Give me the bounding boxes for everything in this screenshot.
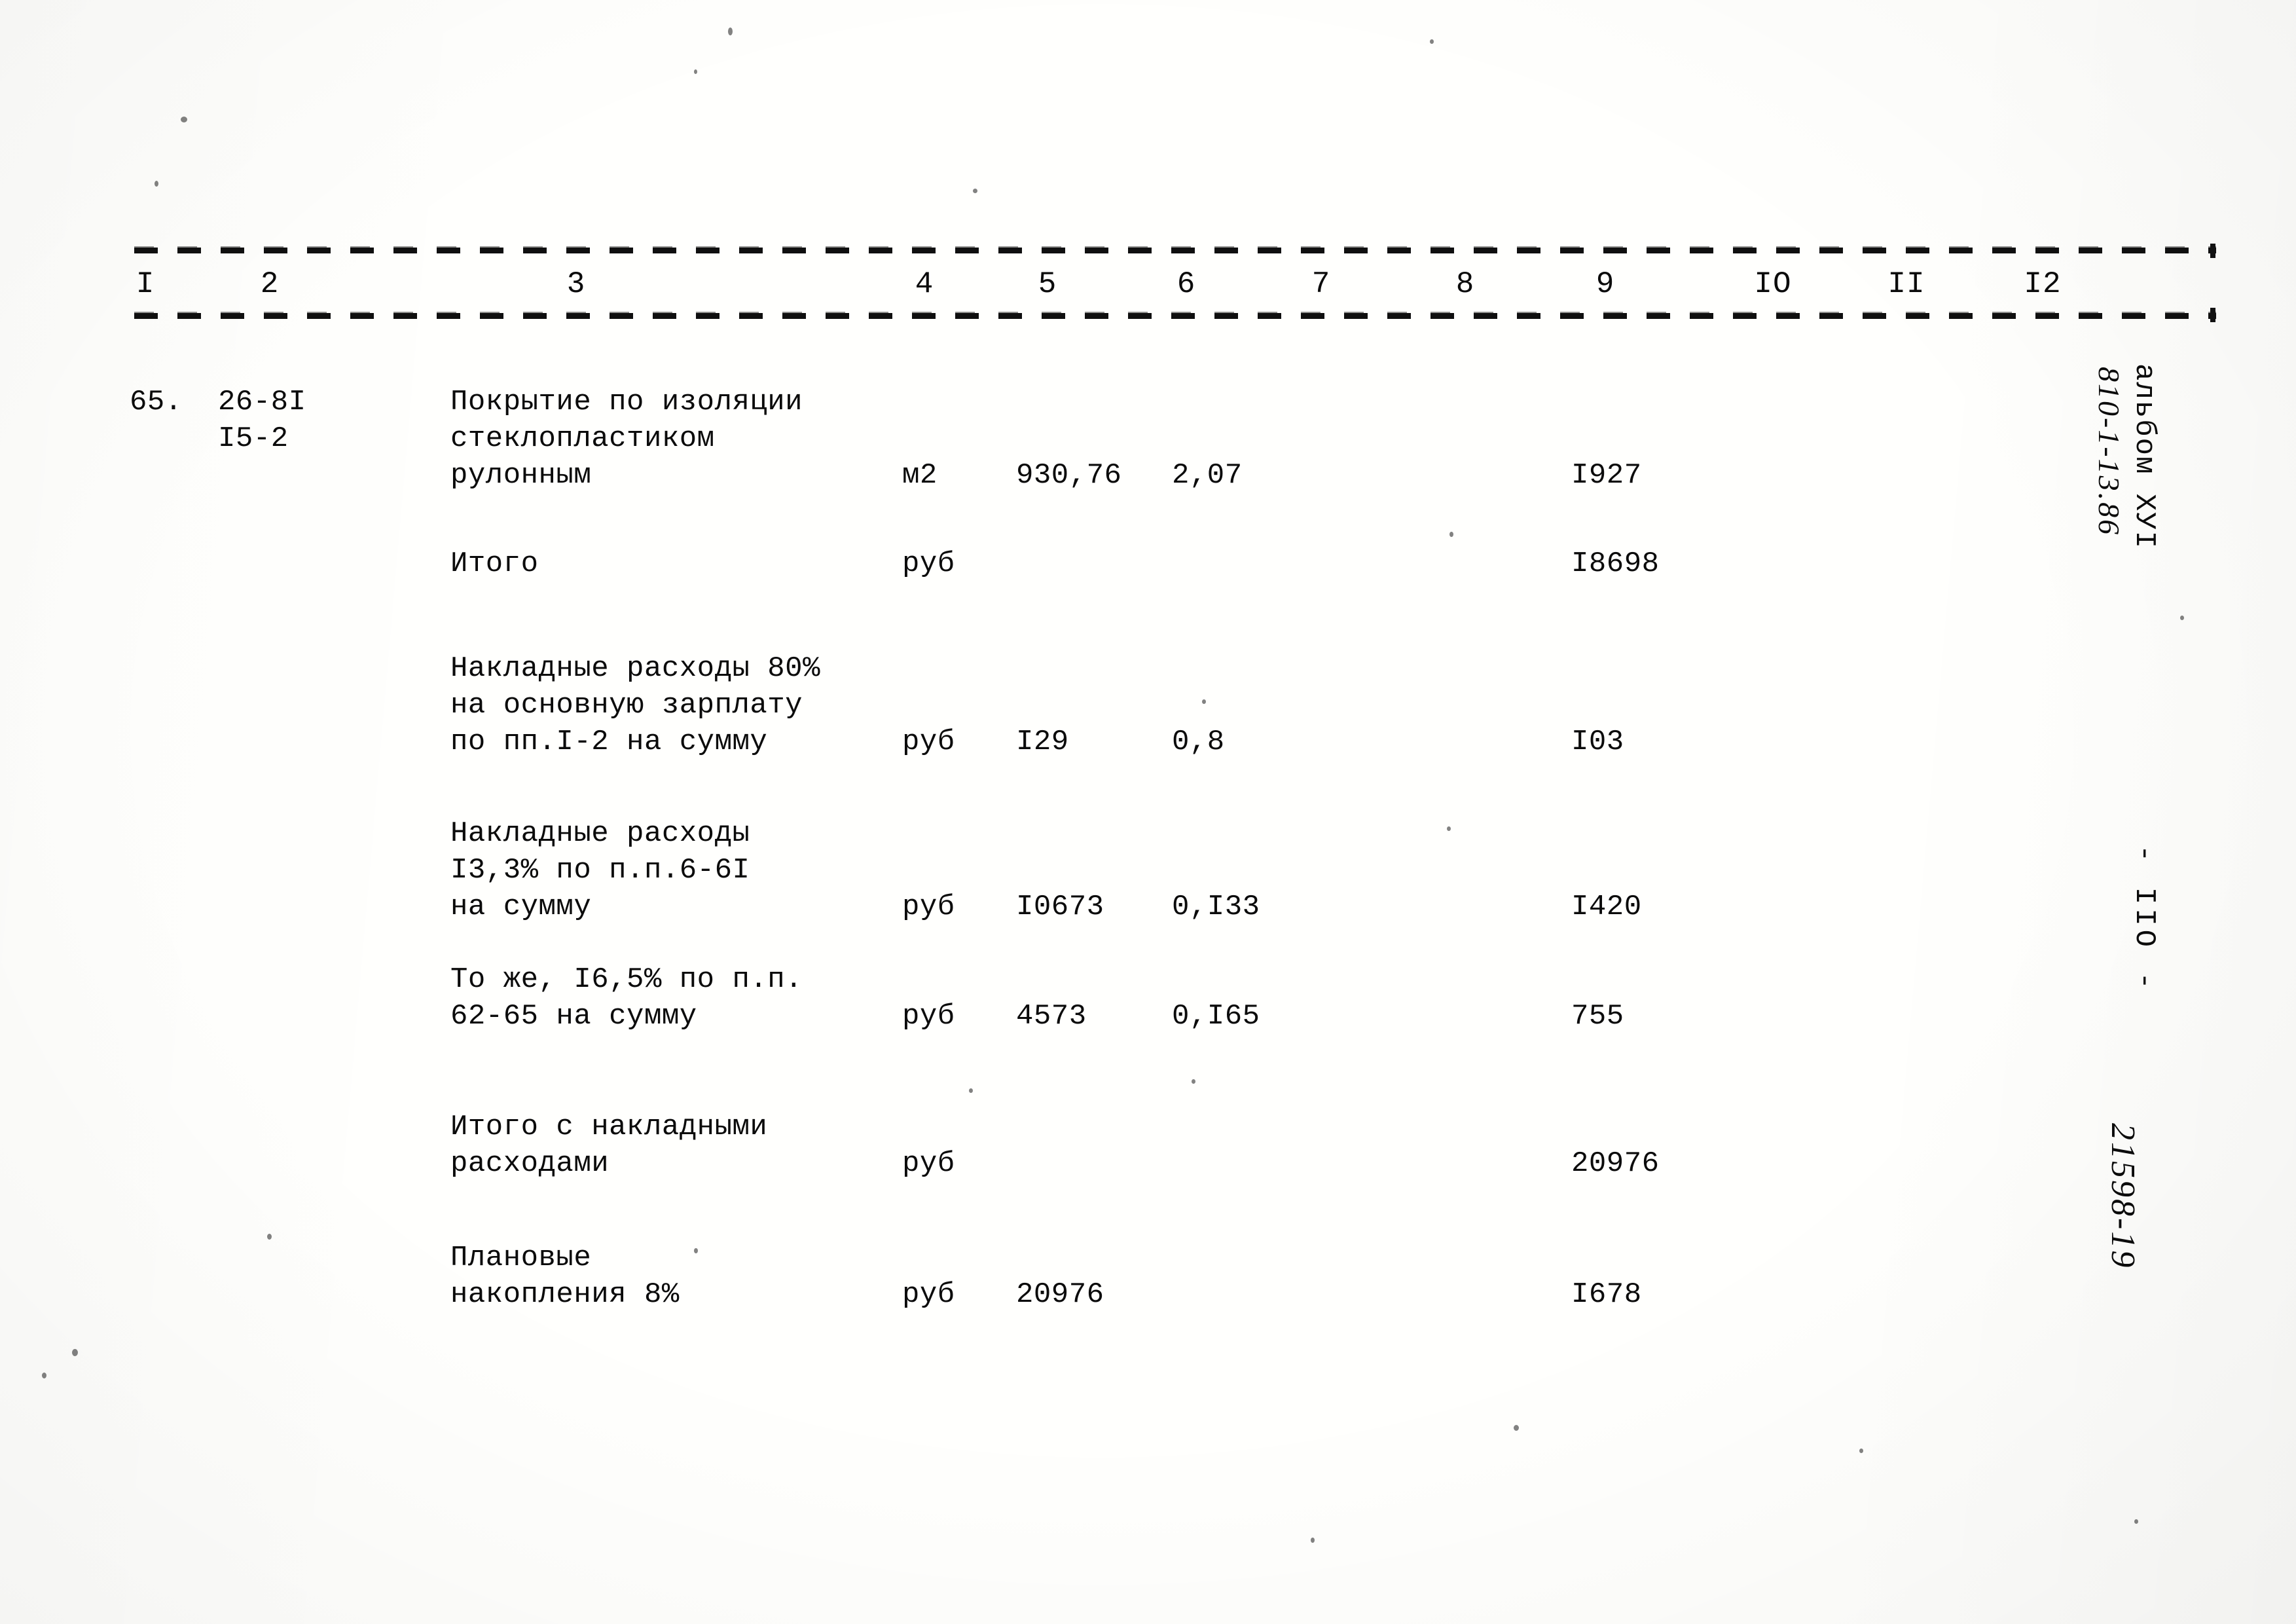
row-unit: м2 <box>902 459 938 492</box>
row-total: I03 <box>1571 726 1624 758</box>
row-total: I8698 <box>1571 547 1660 580</box>
row-description: То же, I6,5% по п.п. 62-65 на сумму <box>450 963 803 1033</box>
row-quantity: 20976 <box>1016 1278 1104 1311</box>
page-number: - IIO - <box>2128 845 2160 993</box>
album-code-handwritten: 810-1-13.86 <box>2092 367 2126 537</box>
row-unit: руб <box>902 726 955 758</box>
row-total: I927 <box>1571 459 1642 492</box>
row-quantity: 930,76 <box>1016 459 1122 492</box>
row-description: Итого <box>450 547 539 580</box>
row-total: 20976 <box>1571 1147 1660 1180</box>
row-description: Накладные расходы 80% на основную зарпла… <box>450 652 820 758</box>
row-number: 65. <box>130 386 183 418</box>
row-description: Накладные расходы I3,3% по п.п.6-6I на с… <box>450 817 750 923</box>
row-quantity: I29 <box>1016 726 1069 758</box>
row-rate: 0,I33 <box>1172 891 1260 923</box>
row-rate: 0,8 <box>1172 726 1225 758</box>
row-rate: 0,I65 <box>1172 1000 1260 1033</box>
row-code: 26-8I I5-2 <box>218 386 306 455</box>
row-description: Плановые накопления 8% <box>450 1242 680 1311</box>
scanned-page: I 2 3 4 5 6 7 8 9 IO II I2 65. 26-8I I5-… <box>0 0 2296 1624</box>
document-stamp-handwritten: 21598-19 <box>2104 1123 2141 1270</box>
row-unit: руб <box>902 1147 955 1180</box>
row-total: I678 <box>1571 1278 1642 1311</box>
album-label: альбом ХУI <box>2128 363 2160 550</box>
row-description: Итого с накладными расходами <box>450 1111 768 1180</box>
row-quantity: 4573 <box>1016 1000 1087 1033</box>
row-total: 755 <box>1571 1000 1624 1033</box>
table-body: 65. 26-8I I5-2 Покрытие по изоляции стек… <box>0 0 2296 1624</box>
row-unit: руб <box>902 891 955 923</box>
row-unit: руб <box>902 1000 955 1033</box>
row-description: Покрытие по изоляции стеклопластиком рул… <box>450 386 803 492</box>
row-rate: 2,07 <box>1172 459 1243 492</box>
row-unit: руб <box>902 1278 955 1311</box>
row-quantity: I0673 <box>1016 891 1104 923</box>
row-total: I420 <box>1571 891 1642 923</box>
row-unit: руб <box>902 547 955 580</box>
